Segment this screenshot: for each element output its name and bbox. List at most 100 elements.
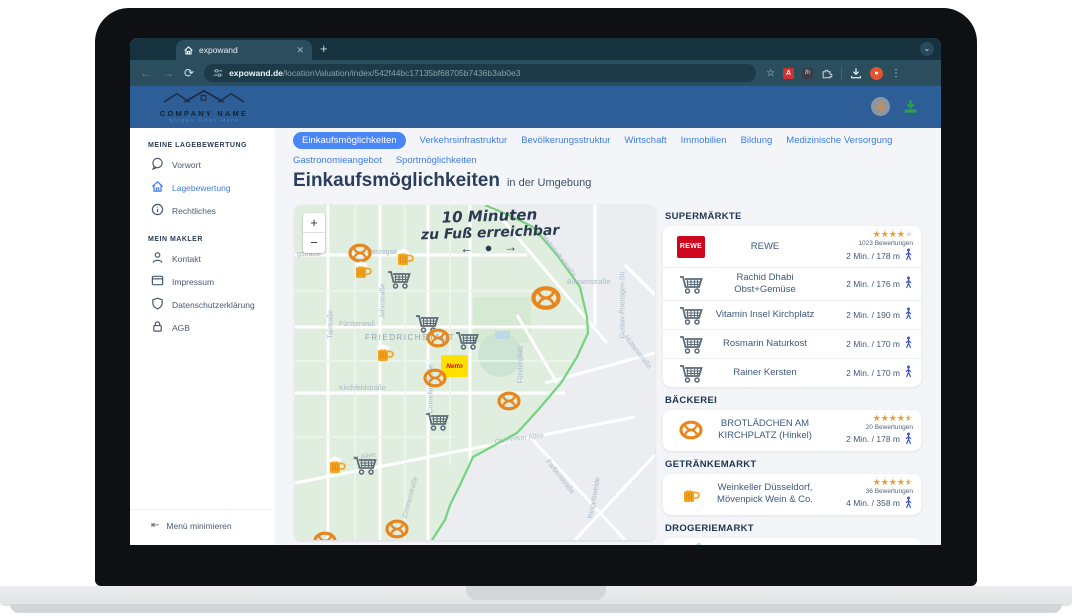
url-path: /locationValuation/index/542f44bc17135bf…: [283, 68, 521, 78]
listing-row[interactable]: REWEREWE★★★★★★★★★★1023 Bewertungen2 Min.…: [663, 226, 921, 268]
map-marker-pretzel-large-icon[interactable]: [531, 285, 561, 316]
sidebar-collapse-button[interactable]: ⇤ Menü minimieren: [130, 509, 275, 545]
street-label: Talstraße: [328, 310, 335, 339]
distance-label: 2 Min. / 170 m: [846, 339, 900, 349]
poi-name: BROTLÄDCHEN AM KIRCHPLATZ (Hinkel): [713, 418, 817, 442]
app-header: COMPANY NAME Slogan Goes Here: [130, 86, 941, 128]
refresh-icon[interactable]: ⟳: [184, 67, 194, 79]
map-marker-pretzel-icon[interactable]: [385, 519, 409, 540]
nav-tab-gastronomieangebot[interactable]: Gastronomieangebot: [293, 152, 382, 169]
map-marker-pretzel-icon[interactable]: [313, 531, 337, 540]
nav-tab-bevölkerungsstruktur[interactable]: Bevölkerungsstruktur: [521, 132, 610, 149]
map-marker-beer-icon[interactable]: [375, 343, 395, 368]
forward-icon[interactable]: →: [162, 67, 174, 79]
laptop-base-lip: [10, 604, 1062, 613]
back-icon[interactable]: ←: [140, 67, 152, 79]
nav-tab-wirtschaft[interactable]: Wirtschaft: [624, 132, 666, 149]
nav-tab-bildung[interactable]: Bildung: [741, 132, 773, 149]
menu-kebab-icon[interactable]: ⋮: [891, 68, 901, 79]
toothbrush-icon: [669, 542, 713, 545]
rewe-icon: REWE: [669, 236, 713, 258]
listing-section-heading: SUPERMÄRKTE: [665, 211, 921, 222]
bookmark-star-icon[interactable]: ☆: [766, 68, 775, 79]
fn-extension-icon[interactable]: fn: [802, 68, 813, 79]
listing-row[interactable]: dm-drogerie markt5 Min. / 452 m: [663, 538, 921, 545]
downloads-icon[interactable]: [850, 67, 862, 79]
nav-tab-medizinische-versorgung[interactable]: Medizinische Versorgung: [786, 132, 892, 149]
sidebar-item-label: AGB: [172, 323, 190, 333]
listing-row[interactable]: Weinkeller Düsseldorf, Mövenpick Wein & …: [663, 474, 921, 515]
walking-person-icon: [904, 307, 913, 322]
map-marker-beer-icon[interactable]: [353, 260, 373, 285]
map-marker-cart-icon[interactable]: [353, 455, 377, 480]
map-marker-cart-icon[interactable]: [425, 411, 449, 436]
page-subtitle: in der Umgebung: [507, 177, 591, 189]
map-marker-cart-icon[interactable]: [455, 330, 479, 355]
poi-listings-panel: SUPERMÄRKTEREWEREWE★★★★★★★★★★1023 Bewert…: [663, 203, 921, 545]
rating-stars: ★★★★★★★★★★: [873, 414, 913, 423]
street-label: Fürstenwall: [339, 321, 375, 328]
pdf-extension-icon[interactable]: A: [783, 68, 794, 79]
sidebar-item-label: Impressum: [172, 277, 214, 287]
collapse-label: Menü minimieren: [166, 521, 231, 531]
profile-avatar[interactable]: ●: [870, 67, 883, 80]
toolbar-divider: [841, 67, 842, 79]
street-label: Bunsenstraße: [567, 279, 611, 286]
zoom-in-button[interactable]: +: [303, 213, 325, 233]
walking-person-icon: [904, 365, 913, 380]
sidebar-item-datenschutzerklaerung[interactable]: Datenschutzerklärung: [130, 293, 275, 316]
nav-tab-einkaufsmöglichkeiten[interactable]: Einkaufsmöglichkeiten: [293, 132, 406, 149]
sidebar-item-kontakt[interactable]: Kontakt: [130, 247, 275, 270]
walking-person-icon: [904, 432, 913, 447]
listing-card: BROTLÄDCHEN AM KIRCHPLATZ (Hinkel) ★★★★★★…: [663, 410, 921, 451]
sidebar-item-vorwort[interactable]: Vorwort: [130, 153, 275, 176]
user-avatar[interactable]: [871, 97, 890, 116]
laptop-notch: [466, 586, 606, 600]
map-marker-pretzel-icon[interactable]: [497, 391, 521, 416]
poi-name: Weinkeller Düsseldorf, Mövenpick Wein & …: [713, 482, 817, 506]
tab-close-icon[interactable]: ✕: [296, 46, 304, 55]
walking-person-icon: [904, 276, 913, 291]
review-count: 1023 Bewertungen: [858, 240, 913, 247]
tab-title: expowand: [199, 45, 290, 55]
map-marker-pretzel-icon[interactable]: [426, 328, 450, 353]
extensions-puzzle-icon[interactable]: [821, 67, 833, 79]
street-label: Fürstenplatz: [518, 345, 525, 384]
person-icon: [151, 251, 164, 266]
company-logo[interactable]: COMPANY NAME Slogan Goes Here: [144, 89, 264, 124]
tab-search-chevron-icon[interactable]: ⌄: [920, 42, 934, 56]
listing-row[interactable]: Rainer Kersten 2 Min. / 170 m: [663, 359, 921, 387]
sun-icon: [875, 101, 886, 112]
sidebar-item-agb[interactable]: AGB: [130, 316, 275, 339]
listing-row[interactable]: Rosmarin Naturkost2 Min. / 170 m: [663, 330, 921, 359]
home-icon: [151, 180, 164, 195]
distance-label: 2 Min. / 178 m: [846, 434, 900, 444]
nav-tab-verkehrsinfrastruktur[interactable]: Verkehrsinfrastruktur: [420, 132, 508, 149]
poi-name: Rainer Kersten: [713, 367, 817, 379]
browser-tab[interactable]: expowand ✕: [176, 40, 312, 60]
listing-row[interactable]: Rachid Dhabi Obst+Gemüse2 Min. / 176 m: [663, 268, 921, 301]
address-bar[interactable]: expowand.de/locationValuation/index/542f…: [204, 64, 756, 82]
distance-label: 2 Min. / 170 m: [846, 368, 900, 378]
zoom-out-button[interactable]: −: [303, 233, 325, 253]
sidebar-item-impressum[interactable]: Impressum: [130, 270, 275, 293]
export-download-icon[interactable]: [902, 98, 919, 115]
listing-row[interactable]: Vitamin Insel Kirchplatz2 Min. / 190 m: [663, 301, 921, 330]
new-tab-button[interactable]: +: [320, 42, 328, 55]
map[interactable]: gstraßeHerzogstraßeFürstenwallFRIEDRICHS…: [295, 205, 655, 540]
sidebar: MEINE LAGEBEWERTUNGVorwortLagebewertungR…: [130, 128, 275, 545]
sidebar-item-rechtliches[interactable]: Rechtliches: [130, 199, 275, 222]
site-settings-icon[interactable]: [213, 68, 223, 78]
map-marker-pretzel-icon[interactable]: [423, 368, 447, 393]
pretzel-icon: [669, 420, 713, 440]
poi-name: Rachid Dhabi Obst+Gemüse: [713, 272, 817, 296]
chat-icon: [151, 157, 164, 172]
nav-tab-sportmöglichkeiten[interactable]: Sportmöglichkeiten: [396, 152, 477, 169]
map-marker-cart-icon[interactable]: [387, 269, 411, 294]
sidebar-item-lagebewertung[interactable]: Lagebewertung: [130, 176, 275, 199]
rating-stars: ★★★★★★★★★★: [873, 230, 913, 239]
map-marker-beer-icon[interactable]: [327, 455, 347, 480]
walking-time-annotation: 10 Minuten zu Fuß erreichbar ← ● →: [404, 205, 576, 258]
nav-tab-immobilien[interactable]: Immobilien: [681, 132, 727, 149]
listing-row[interactable]: BROTLÄDCHEN AM KIRCHPLATZ (Hinkel) ★★★★★★…: [663, 410, 921, 451]
